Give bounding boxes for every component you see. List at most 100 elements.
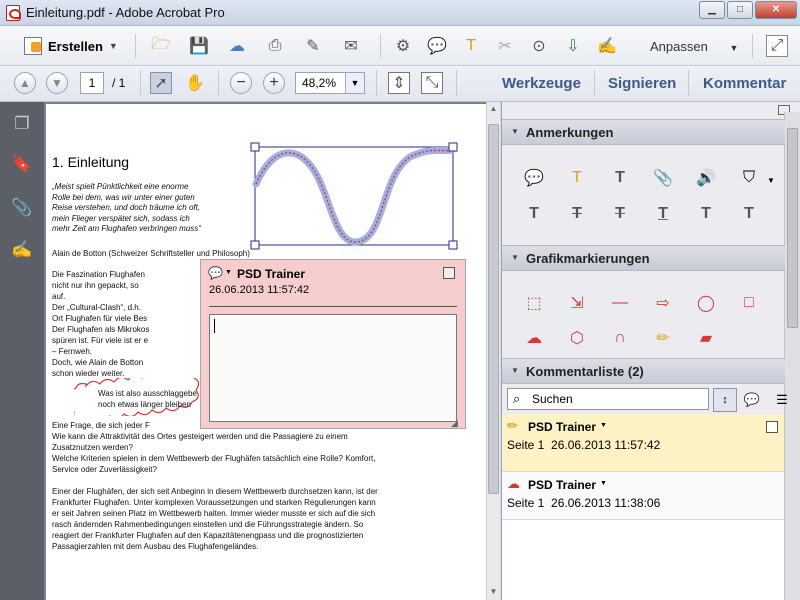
minimize-popup-button[interactable]	[443, 267, 455, 279]
add-text-icon[interactable]: T	[608, 166, 632, 190]
chevron-down-icon[interactable]: ▼	[600, 480, 607, 487]
export-icon[interactable]: ⇩	[562, 35, 584, 57]
tab-comment[interactable]: Kommentar	[703, 75, 786, 92]
previous-page-icon[interactable]: ▲	[14, 72, 36, 94]
attach-file-icon[interactable]: 📎	[651, 166, 675, 190]
popup-comment-textarea[interactable]	[209, 314, 457, 422]
paragraph-line: – Fernweh.	[52, 347, 93, 356]
stamp-icon[interactable]: ⛉	[737, 166, 761, 190]
document-heading: 1. Einleitung	[52, 154, 130, 170]
panel-scrollbar[interactable]	[784, 112, 800, 600]
zoom-out-icon[interactable]: −	[230, 72, 252, 94]
sign-document-icon[interactable]: ✍	[596, 35, 618, 57]
customize-menu[interactable]: Anpassen ▼	[650, 39, 738, 54]
paragraph-line: Doch, wie Alain de Botton	[52, 358, 144, 367]
tab-tools[interactable]: Werkzeuge	[502, 75, 581, 92]
annotations-section-header[interactable]: Anmerkungen	[502, 119, 785, 145]
filter-comments-icon[interactable]: 💬	[740, 388, 764, 412]
resize-grip-icon[interactable]: ◢	[451, 418, 458, 429]
line-tool-icon[interactable]: —	[608, 291, 632, 315]
select-cursor-icon[interactable]: ➚	[150, 72, 172, 94]
main-toolbar: Erstellen ▼ 🗁 💾 ☁ ⎙ ✎ ✉ ⚙ 💬 T ✂ ⊙ ⇩ ✍ An…	[0, 26, 800, 66]
zoom-in-icon[interactable]: +	[263, 72, 285, 94]
cloud-tool-icon[interactable]: ☁	[522, 326, 546, 350]
graphics-section-header[interactable]: Grafikmarkierungen	[502, 245, 785, 271]
comment-popup[interactable]: 💬 ▼ PSD Trainer 26.06.2013 11:57:42 ◢	[200, 259, 466, 429]
popup-date: 26.06.2013 11:57:42	[209, 284, 310, 296]
callout-icon[interactable]: ⇲	[565, 291, 589, 315]
document-author-line: Alain de Botton (Schweizer Schriftstelle…	[52, 249, 250, 258]
fit-page-icon[interactable]: ⇕	[388, 72, 410, 94]
comment-checkbox[interactable]	[766, 421, 778, 433]
rectangle-tool-icon[interactable]: □	[737, 291, 761, 315]
create-button[interactable]: Erstellen ▼	[16, 34, 126, 58]
comment-author: PSD Trainer	[528, 478, 597, 492]
text-correction-icon[interactable]: T	[737, 202, 761, 226]
highlight-text-icon[interactable]: T	[565, 166, 589, 190]
fit-width-icon[interactable]: ⤡	[421, 72, 443, 94]
eraser-tool-icon[interactable]: ▰	[694, 326, 718, 350]
options-menu-icon[interactable]: ☰	[770, 388, 794, 412]
chevron-down-icon[interactable]: ▼	[759, 168, 783, 192]
section-title: Grafikmarkierungen	[526, 251, 650, 266]
maximize-button[interactable]: □	[727, 1, 753, 19]
underline-icon[interactable]: T	[651, 202, 675, 226]
comment-search-input[interactable]: ⌕ Suchen	[507, 388, 709, 410]
paragraph-line: Welche Kriterien spielen in dem Wettbewe…	[52, 454, 376, 463]
page-number-input[interactable]: 1	[80, 72, 104, 94]
document-scrollbar[interactable]: ▲ ▼	[486, 102, 500, 600]
chevron-down-icon[interactable]: ▼	[225, 269, 232, 276]
pencil-tool-icon[interactable]: ✏	[651, 326, 675, 350]
strikethrough-icon[interactable]: T	[608, 202, 632, 226]
oval-tool-icon[interactable]: ◯	[694, 291, 718, 315]
text-note-icon[interactable]: T	[694, 202, 718, 226]
audio-icon[interactable]: 🔊	[694, 166, 718, 190]
paragraph-line: Die Faszination Flughafen	[52, 270, 145, 279]
hand-tool-icon[interactable]: ✋	[184, 72, 206, 94]
stamp-link-icon[interactable]: ⊙	[528, 35, 550, 57]
arrow-tool-icon[interactable]: ⇨	[651, 291, 675, 315]
highlight-text-icon[interactable]: T	[460, 35, 482, 57]
text-box-icon[interactable]: ⬚	[522, 291, 546, 315]
create-label: Erstellen	[48, 38, 103, 54]
comment-author: PSD Trainer	[528, 420, 597, 434]
insert-text-icon[interactable]: T	[522, 202, 546, 226]
chevron-down-icon[interactable]: ▼	[600, 422, 607, 429]
signature-icon[interactable]: ✍	[11, 240, 33, 262]
freehand-drawing-annotation[interactable]	[250, 142, 462, 254]
popup-author: PSD Trainer	[237, 267, 306, 281]
left-navigation-pane: ❐ 🔖 📎 ✍	[0, 102, 44, 600]
comment-list-section-header[interactable]: Kommentarliste (2)	[502, 358, 785, 384]
email-icon[interactable]: ✉	[340, 35, 362, 57]
minimize-button[interactable]: ▁	[699, 1, 725, 19]
fullscreen-icon[interactable]: ⤢	[766, 35, 788, 57]
save-icon[interactable]: 💾	[188, 35, 210, 57]
sort-icon[interactable]: ↕	[713, 388, 737, 412]
page-total: / 1	[112, 76, 126, 90]
edit-document-icon[interactable]: ✎	[302, 35, 324, 57]
print-icon[interactable]: ⎙	[264, 35, 286, 57]
paragraph-line: Zusatznutzen werden?	[52, 443, 133, 452]
comment-list-empty-area	[502, 520, 784, 600]
polyline-tool-icon[interactable]: ∩	[608, 326, 632, 350]
comment-list-item[interactable]: ✏ PSD Trainer ▼ Seite 1 26.06.2013 11:57…	[502, 414, 784, 472]
tab-sign[interactable]: Signieren	[608, 75, 676, 92]
replace-text-icon[interactable]: T	[565, 202, 589, 226]
chevron-down-icon[interactable]: ▼	[345, 73, 364, 93]
polygon-tool-icon[interactable]: ⬡	[565, 326, 589, 350]
sticky-note-icon[interactable]: 💬	[522, 166, 546, 190]
paragraph-line: er seit Jahren seinen Platz im Wettbewer…	[52, 509, 376, 518]
gear-icon[interactable]: ⚙	[392, 35, 414, 57]
attach-disabled-icon: ✂	[498, 38, 512, 55]
page-thumbnails-icon[interactable]: ❐	[11, 114, 33, 136]
close-button[interactable]: ✕	[755, 1, 797, 19]
paragraph-line: reagiert der Frankfurter Flughafen auf d…	[52, 531, 364, 540]
bookmark-icon[interactable]: 🔖	[11, 154, 33, 176]
open-folder-icon[interactable]: 🗁	[150, 35, 172, 57]
attachment-paperclip-icon[interactable]: 📎	[11, 198, 33, 220]
comment-list-item[interactable]: ☁ PSD Trainer ▼ Seite 1 26.06.2013 11:38…	[502, 472, 784, 520]
comment-bubble-icon[interactable]: 💬	[426, 35, 448, 57]
paragraph-line: auf.	[52, 292, 66, 301]
upload-cloud-icon[interactable]: ☁	[226, 35, 248, 57]
next-page-icon[interactable]: ▼	[46, 72, 68, 94]
